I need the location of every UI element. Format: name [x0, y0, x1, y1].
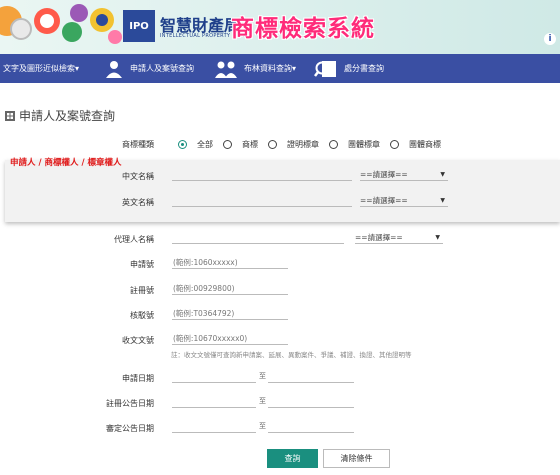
to-label: 至	[259, 372, 266, 380]
to-label: 至	[259, 397, 266, 405]
registration-publication-date-to[interactable]	[268, 395, 354, 408]
rejection-number-label: 核駁號	[130, 311, 154, 320]
to-label: 至	[259, 422, 266, 430]
nav-label: 申請人及案號查詢	[130, 64, 194, 73]
document-number-input[interactable]	[172, 332, 288, 345]
radio-label: 證明標章	[287, 140, 319, 149]
decoration-circle	[62, 22, 82, 42]
registration-publication-date-label: 註冊公告日期	[106, 399, 154, 408]
radio-collective-trademark[interactable]	[390, 140, 399, 149]
nav-similar-search[interactable]: 文字及圖形近似檢索▾	[3, 54, 79, 83]
system-title: 商標檢索系統	[231, 16, 375, 42]
caret-down-icon: ▼	[440, 197, 445, 204]
people-icon	[214, 59, 238, 79]
review-publication-date-from[interactable]	[172, 420, 256, 433]
info-icon[interactable]: i	[544, 33, 556, 45]
decoration-circle	[96, 14, 108, 26]
select-value: ==請選擇==	[355, 233, 403, 242]
decoration-circle	[10, 18, 32, 40]
radio-collective-mark[interactable]	[329, 140, 338, 149]
caret-down-icon: ▼	[440, 171, 445, 178]
select-value: ==請選擇==	[360, 196, 408, 205]
nav-label: 布林資料查詢▾	[244, 64, 297, 73]
main-nav: 文字及圖形近似檢索▾ 申請人及案號查詢 布林資料查詢▾ 處分書查詢	[0, 54, 560, 83]
radio-certification-mark[interactable]	[268, 140, 277, 149]
agent-name-input[interactable]	[172, 231, 344, 244]
page-title-text: 申請人及案號查詢	[19, 109, 116, 123]
chinese-name-select[interactable]: ==請選擇== ▼	[360, 169, 448, 181]
nav-label: 文字及圖形近似檢索▾	[3, 64, 80, 73]
registration-number-input[interactable]	[172, 282, 288, 295]
application-date-from[interactable]	[172, 370, 256, 383]
page-title: 申請人及案號查詢	[5, 107, 115, 124]
application-date-to[interactable]	[268, 370, 354, 383]
type-label: 商標種類	[122, 140, 154, 149]
nav-label: 處分書查詢	[344, 64, 384, 73]
chinese-name-label: 中文名稱	[122, 172, 154, 181]
applicant-note: 申請人 / 商標權人 / 標章權人	[10, 158, 122, 168]
header-banner: IPO 智慧財產局 INTELLECTUAL PROPERTY OFFICE 商…	[0, 0, 560, 54]
radio-label: 商標	[242, 140, 258, 149]
chinese-name-input[interactable]	[172, 168, 352, 181]
radio-trademark[interactable]	[223, 140, 232, 149]
application-date-label: 申請日期	[122, 374, 154, 383]
registration-number-label: 註冊號	[130, 286, 154, 295]
magnifier-doc-icon	[314, 59, 338, 79]
agent-select[interactable]: ==請選擇== ▼	[355, 232, 443, 244]
radio-label: 團體商標	[409, 140, 441, 149]
decoration-circle	[40, 14, 54, 28]
nav-disposition-search[interactable]: 處分書查詢	[314, 54, 384, 83]
radio-label: 團體標章	[348, 140, 380, 149]
review-publication-date-label: 審定公告日期	[106, 424, 154, 433]
english-name-select[interactable]: ==請選擇== ▼	[360, 195, 448, 207]
select-value: ==請選擇==	[360, 170, 408, 179]
ipo-logo: IPO	[123, 10, 155, 42]
document-number-note: 註：收文文號僅可查詢新申請案、延展、異動案件、爭議、補證、換證、其他證明等	[171, 351, 412, 359]
application-number-label: 申請號	[130, 260, 154, 269]
person-icon	[104, 59, 124, 79]
rejection-number-input[interactable]	[172, 307, 288, 320]
radio-label: 全部	[197, 140, 213, 149]
clear-button[interactable]: 清除條件	[323, 449, 390, 468]
decoration-circle	[70, 4, 88, 22]
grid-icon	[5, 110, 15, 121]
search-button[interactable]: 查詢	[267, 449, 318, 468]
english-name-label: 英文名稱	[122, 198, 154, 207]
nav-applicant-search[interactable]: 申請人及案號查詢	[104, 54, 194, 83]
agent-label: 代理人名稱	[114, 235, 154, 244]
decoration-circle	[108, 30, 122, 44]
english-name-input[interactable]	[172, 194, 352, 207]
application-number-input[interactable]	[172, 256, 288, 269]
radio-all[interactable]	[178, 140, 187, 149]
nav-boolean-search[interactable]: 布林資料查詢▾	[214, 54, 296, 83]
registration-publication-date-from[interactable]	[172, 395, 256, 408]
document-number-label: 收文文號	[122, 336, 154, 345]
review-publication-date-to[interactable]	[268, 420, 354, 433]
caret-down-icon: ▼	[435, 234, 440, 241]
type-radio-group: 全部 商標 證明標章 團體標章 團體商標	[178, 139, 451, 150]
